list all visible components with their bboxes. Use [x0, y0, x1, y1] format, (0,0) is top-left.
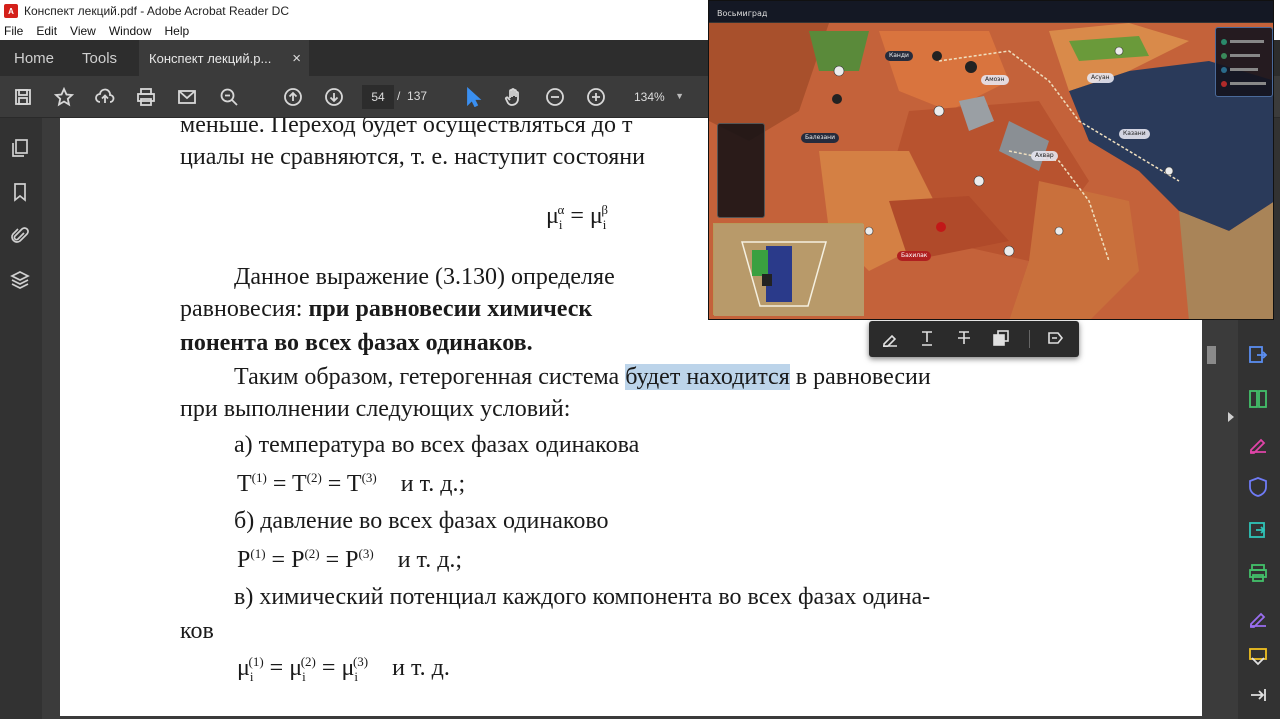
hand-tool-icon[interactable] [503, 86, 525, 108]
tab-document[interactable]: Конспект лекций.p... × [139, 40, 310, 76]
upload-cloud-icon[interactable] [94, 86, 116, 108]
copy-icon[interactable] [992, 329, 1012, 349]
collapse-right-pane-icon[interactable] [1228, 412, 1234, 422]
more-options-icon[interactable] [1046, 329, 1066, 349]
text-line: б) давление во всех фазах одинаково [234, 508, 609, 534]
select-cursor-icon[interactable] [462, 86, 484, 108]
fill-sign-icon[interactable] [1247, 432, 1271, 456]
save-icon[interactable] [12, 86, 34, 108]
menu-help[interactable]: Help [165, 24, 190, 38]
previous-page-icon[interactable] [282, 86, 304, 108]
edit-pdf-icon[interactable] [1247, 518, 1271, 542]
text-line: в) химический потенциал каждого компонен… [234, 584, 931, 610]
tab-home[interactable]: Home [0, 40, 68, 76]
game-top-bar: Восьмиград [709, 1, 1273, 23]
print-production-icon[interactable] [1247, 562, 1271, 586]
tab-tools[interactable]: Tools [68, 40, 131, 76]
game-city-label[interactable]: Канди [885, 51, 913, 61]
game-city-label[interactable]: Балезани [801, 133, 840, 143]
menu-window[interactable]: Window [109, 24, 152, 38]
more-tools-chevron-icon[interactable] [1247, 650, 1271, 666]
print-icon[interactable] [135, 86, 157, 108]
email-icon[interactable] [176, 86, 198, 108]
toolbar-divider [1029, 330, 1030, 348]
page-total: / 137 [397, 89, 428, 103]
layers-icon[interactable] [10, 270, 32, 292]
text-line-bold: понента во всех фазах одинаков. [180, 330, 533, 356]
next-page-icon[interactable] [323, 86, 345, 108]
game-overlay-window[interactable]: Восьмиград Канди Амоэн Асуан Балезани Ах… [708, 0, 1274, 320]
game-city-label[interactable]: Бахилак [897, 251, 932, 261]
game-title: Восьмиград [717, 9, 768, 18]
underline-text-icon[interactable] [918, 329, 938, 349]
search-icon[interactable] [218, 86, 240, 108]
text-line: ков [180, 618, 214, 644]
game-city-label[interactable]: Асуан [1087, 73, 1114, 83]
game-city-label[interactable]: Казани [1119, 129, 1150, 139]
tab-document-label: Конспект лекций.p... [149, 50, 272, 66]
scrollbar-thumb[interactable] [1207, 346, 1216, 364]
game-city-label[interactable]: Амоэн [981, 75, 1009, 85]
export-pdf-icon[interactable] [1247, 344, 1271, 368]
menu-view[interactable]: View [70, 24, 96, 38]
formula-temperature: T(1) = T(2) = T(3) и т. д.; [237, 470, 466, 497]
acrobat-window: A Конспект лекций.pdf - Adobe Acrobat Re… [0, 0, 1280, 719]
zoom-select[interactable]: 134% ▼ [622, 85, 692, 109]
text-line: равновесия: при равновесии химическ [180, 296, 593, 322]
strikethrough-text-icon[interactable] [955, 329, 975, 349]
text-line: циалы не сравняются, т. е. наступит сост… [180, 144, 645, 170]
text-line: при выполнении следующих условий: [180, 396, 571, 422]
protect-shield-icon[interactable] [1247, 476, 1271, 500]
organize-pages-icon[interactable] [1247, 388, 1271, 412]
menu-edit[interactable]: Edit [36, 24, 57, 38]
menu-file[interactable]: File [4, 24, 23, 38]
zoom-out-icon[interactable] [544, 86, 566, 108]
selected-text-highlight[interactable]: будет находится [625, 364, 790, 390]
formula-chemical-potential: μi(1) = μi(2) = μi(3) и т. д. [237, 654, 450, 684]
zoom-in-icon[interactable] [585, 86, 607, 108]
zoom-value: 134% [634, 90, 665, 104]
attachments-icon[interactable] [10, 226, 32, 248]
game-lens-panel[interactable] [717, 123, 765, 218]
formula-equilibrium: μiα = μiβ [546, 202, 608, 232]
bookmarks-icon[interactable] [10, 182, 32, 204]
text-line: а) температура во всех фазах одинакова [234, 432, 640, 458]
text-line: Таким образом, гетерогенная система буде… [234, 364, 931, 390]
left-navigation-pane [0, 118, 42, 719]
game-legend-panel[interactable] [1215, 27, 1273, 97]
text-selection-toolbar [869, 321, 1079, 357]
minimap-graphic [714, 224, 864, 316]
text-line: меньше. Переход будет осуществляться до … [180, 118, 633, 138]
highlight-pen-icon[interactable] [881, 329, 901, 349]
page-number-input[interactable]: 54 [362, 85, 394, 109]
page-thumbnails-icon[interactable] [10, 138, 32, 160]
acrobat-logo-icon: A [4, 4, 18, 18]
game-minimap[interactable] [713, 223, 864, 316]
formula-pressure: P(1) = P(2) = P(3) и т. д.; [237, 546, 463, 573]
game-city-label[interactable]: Ахвар [1031, 151, 1058, 161]
legend-graphic [1221, 39, 1266, 87]
collapse-panel-icon[interactable] [1247, 684, 1271, 708]
chevron-down-icon: ▼ [675, 91, 684, 101]
text-line: Данное выражение (3.130) определяе [234, 264, 615, 290]
bookmark-star-icon[interactable] [53, 86, 75, 108]
window-title: Конспект лекций.pdf - Adobe Acrobat Read… [24, 4, 289, 18]
sign-pen-icon[interactable] [1247, 606, 1271, 630]
tab-close-icon[interactable]: × [292, 50, 301, 67]
